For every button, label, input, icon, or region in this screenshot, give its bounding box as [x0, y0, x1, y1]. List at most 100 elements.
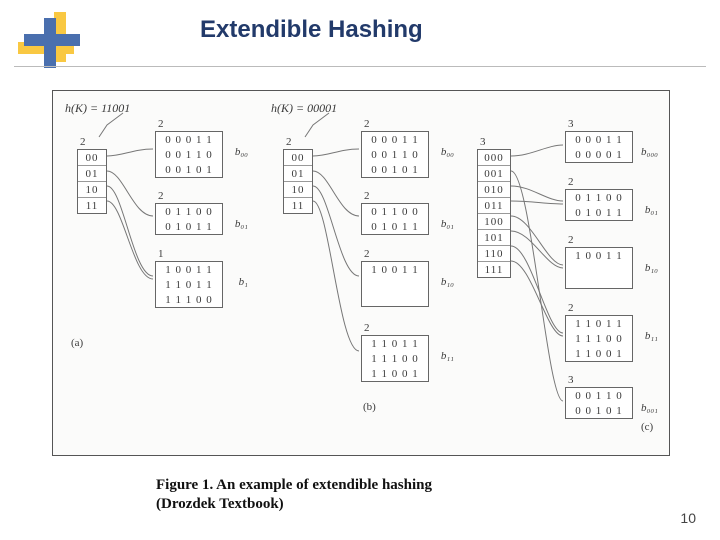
dir-slot: 000 [478, 150, 510, 166]
dir-slot: 011 [478, 198, 510, 214]
bucket-key: 0 0 1 0 1 [362, 162, 428, 177]
dir-slot: 11 [78, 198, 106, 213]
bucket-a-01: 2 0 1 1 0 0 0 1 0 1 1 b₀₁ [155, 203, 223, 235]
bucket-key: 0 1 1 0 0 [362, 204, 428, 219]
hk-label-a: h(K) = 11001 [65, 101, 130, 116]
bucket-key: 1 1 0 1 1 [566, 316, 632, 331]
caption-line2: (Drozdek Textbook) [156, 496, 284, 512]
bucket-label: b₁₀ [645, 262, 658, 274]
subfig-label-a: (a) [71, 337, 83, 349]
bucket-depth: 2 [364, 118, 370, 130]
dir-depth-b: 2 [286, 136, 292, 148]
dir-depth-a: 2 [80, 136, 86, 148]
directory-c: 3 000 001 010 011 100 101 110 111 [477, 149, 511, 278]
panel-b: h(K) = 00001 2 00 01 10 11 2 0 0 0 1 1 0… [269, 101, 469, 421]
bucket-key: 0 0 0 1 1 [156, 132, 222, 147]
bucket-key: 0 0 1 1 0 [362, 147, 428, 162]
dir-slot: 00 [284, 150, 312, 166]
dir-slot: 10 [78, 182, 106, 198]
dir-slot: 101 [478, 230, 510, 246]
panel-a: h(K) = 11001 2 00 01 10 11 2 0 0 0 1 1 0… [63, 101, 263, 361]
bucket-label: b₀₁ [645, 204, 658, 216]
bucket-a-1: 1 1 0 0 1 1 1 1 0 1 1 1 1 1 0 0 b₁ [155, 261, 223, 308]
bucket-key: 1 1 1 0 0 [566, 331, 632, 346]
dir-slot: 01 [284, 166, 312, 182]
bucket-key: 0 1 1 0 0 [566, 190, 632, 205]
dir-slot: 001 [478, 166, 510, 182]
bucket-key: 1 1 0 1 1 [156, 277, 222, 292]
bucket-b-11: 2 1 1 0 1 1 1 1 1 0 0 1 1 0 0 1 b₁₁ [361, 335, 429, 382]
bucket-depth: 3 [568, 118, 574, 130]
bucket-depth: 2 [568, 302, 574, 314]
bucket-label: b₁₀ [441, 276, 454, 288]
directory-a: 2 00 01 10 11 [77, 149, 107, 214]
bucket-key: 1 1 0 0 1 [362, 366, 428, 381]
caption-line1: Figure 1. An example of extendible hashi… [156, 477, 432, 493]
bucket-key: 0 0 1 0 1 [156, 162, 222, 177]
dir-slot: 111 [478, 262, 510, 277]
subfig-label-b: (b) [363, 401, 376, 413]
figure-box: h(K) = 11001 2 00 01 10 11 2 0 0 0 1 1 0… [52, 90, 670, 456]
bucket-b-00: 2 0 0 0 1 1 0 0 1 1 0 0 0 1 0 1 b₀₀ [361, 131, 429, 178]
bucket-key: 1 0 0 1 1 [362, 262, 428, 277]
bucket-key: 0 1 0 1 1 [362, 219, 428, 234]
bucket-label: b₀₀₁ [641, 402, 658, 414]
bucket-label: b₀₁ [235, 218, 248, 230]
panel-c: 3 000 001 010 011 100 101 110 111 3 0 0 … [471, 101, 671, 441]
bucket-c-000: 3 0 0 0 1 1 0 0 0 0 1 b₀₀₀ [565, 131, 633, 163]
bucket-key: 0 0 0 0 1 [566, 147, 632, 162]
bucket-key: 1 1 0 1 1 [362, 336, 428, 351]
bucket-key: 1 1 1 0 0 [362, 351, 428, 366]
bucket-label: b₁ [239, 276, 248, 288]
bucket-depth: 2 [158, 118, 164, 130]
bucket-c-10: 2 1 0 0 1 1 b₁₀ [565, 247, 633, 289]
bucket-label: b₀₀₀ [641, 146, 658, 158]
bucket-a-00: 2 0 0 0 1 1 0 0 1 1 0 0 0 1 0 1 b₀₀ [155, 131, 223, 178]
dir-slot: 110 [478, 246, 510, 262]
bucket-depth: 1 [158, 248, 164, 260]
dir-slot: 100 [478, 214, 510, 230]
dir-slot: 11 [284, 198, 312, 213]
bucket-key: 0 1 0 1 1 [156, 219, 222, 234]
bucket-key: 0 1 1 0 0 [156, 204, 222, 219]
bucket-depth: 2 [568, 234, 574, 246]
bucket-key: 0 0 1 1 0 [156, 147, 222, 162]
hk-label-b: h(K) = 00001 [271, 101, 337, 116]
bucket-key: 0 0 1 0 1 [566, 403, 632, 418]
bucket-label: b₁₁ [645, 330, 658, 342]
dir-slot: 00 [78, 150, 106, 166]
bucket-b-10: 2 1 0 0 1 1 b₁₀ [361, 261, 429, 307]
bucket-label: b₀₁ [441, 218, 454, 230]
bucket-depth: 3 [568, 374, 574, 386]
bucket-key: 0 0 1 1 0 [566, 388, 632, 403]
slide-title: Extendible Hashing [200, 16, 423, 44]
bucket-label: b₀₀ [235, 146, 248, 158]
bucket-key: 0 1 0 1 1 [566, 205, 632, 220]
bucket-c-01: 2 0 1 1 0 0 0 1 0 1 1 b₀₁ [565, 189, 633, 221]
bucket-depth: 2 [568, 176, 574, 188]
directory-b: 2 00 01 10 11 [283, 149, 313, 214]
bucket-label: b₁₁ [441, 350, 454, 362]
bucket-c-11: 2 1 1 0 1 1 1 1 1 0 0 1 1 0 0 1 b₁₁ [565, 315, 633, 362]
page-number: 10 [680, 510, 696, 526]
bucket-b-01: 2 0 1 1 0 0 0 1 0 1 1 b₀₁ [361, 203, 429, 235]
bucket-depth: 2 [364, 248, 370, 260]
bucket-depth: 2 [158, 190, 164, 202]
dir-depth-c: 3 [480, 136, 486, 148]
dir-slot: 10 [284, 182, 312, 198]
bucket-key: 0 0 0 1 1 [362, 132, 428, 147]
bucket-key: 1 1 1 0 0 [156, 292, 222, 307]
bucket-c-001: 3 0 0 1 1 0 0 0 1 0 1 b₀₀₁ [565, 387, 633, 419]
subfig-label-c: (c) [641, 421, 653, 433]
title-rule [14, 66, 706, 67]
figure-caption: Figure 1. An example of extendible hashi… [156, 476, 432, 514]
bucket-depth: 2 [364, 322, 370, 334]
dir-slot: 010 [478, 182, 510, 198]
bucket-key: 1 0 0 1 1 [156, 262, 222, 277]
bucket-key: 1 0 0 1 1 [566, 248, 632, 263]
bucket-label: b₀₀ [441, 146, 454, 158]
bucket-key: 1 1 0 0 1 [566, 346, 632, 361]
dir-slot: 01 [78, 166, 106, 182]
bucket-key: 0 0 0 1 1 [566, 132, 632, 147]
bucket-depth: 2 [364, 190, 370, 202]
